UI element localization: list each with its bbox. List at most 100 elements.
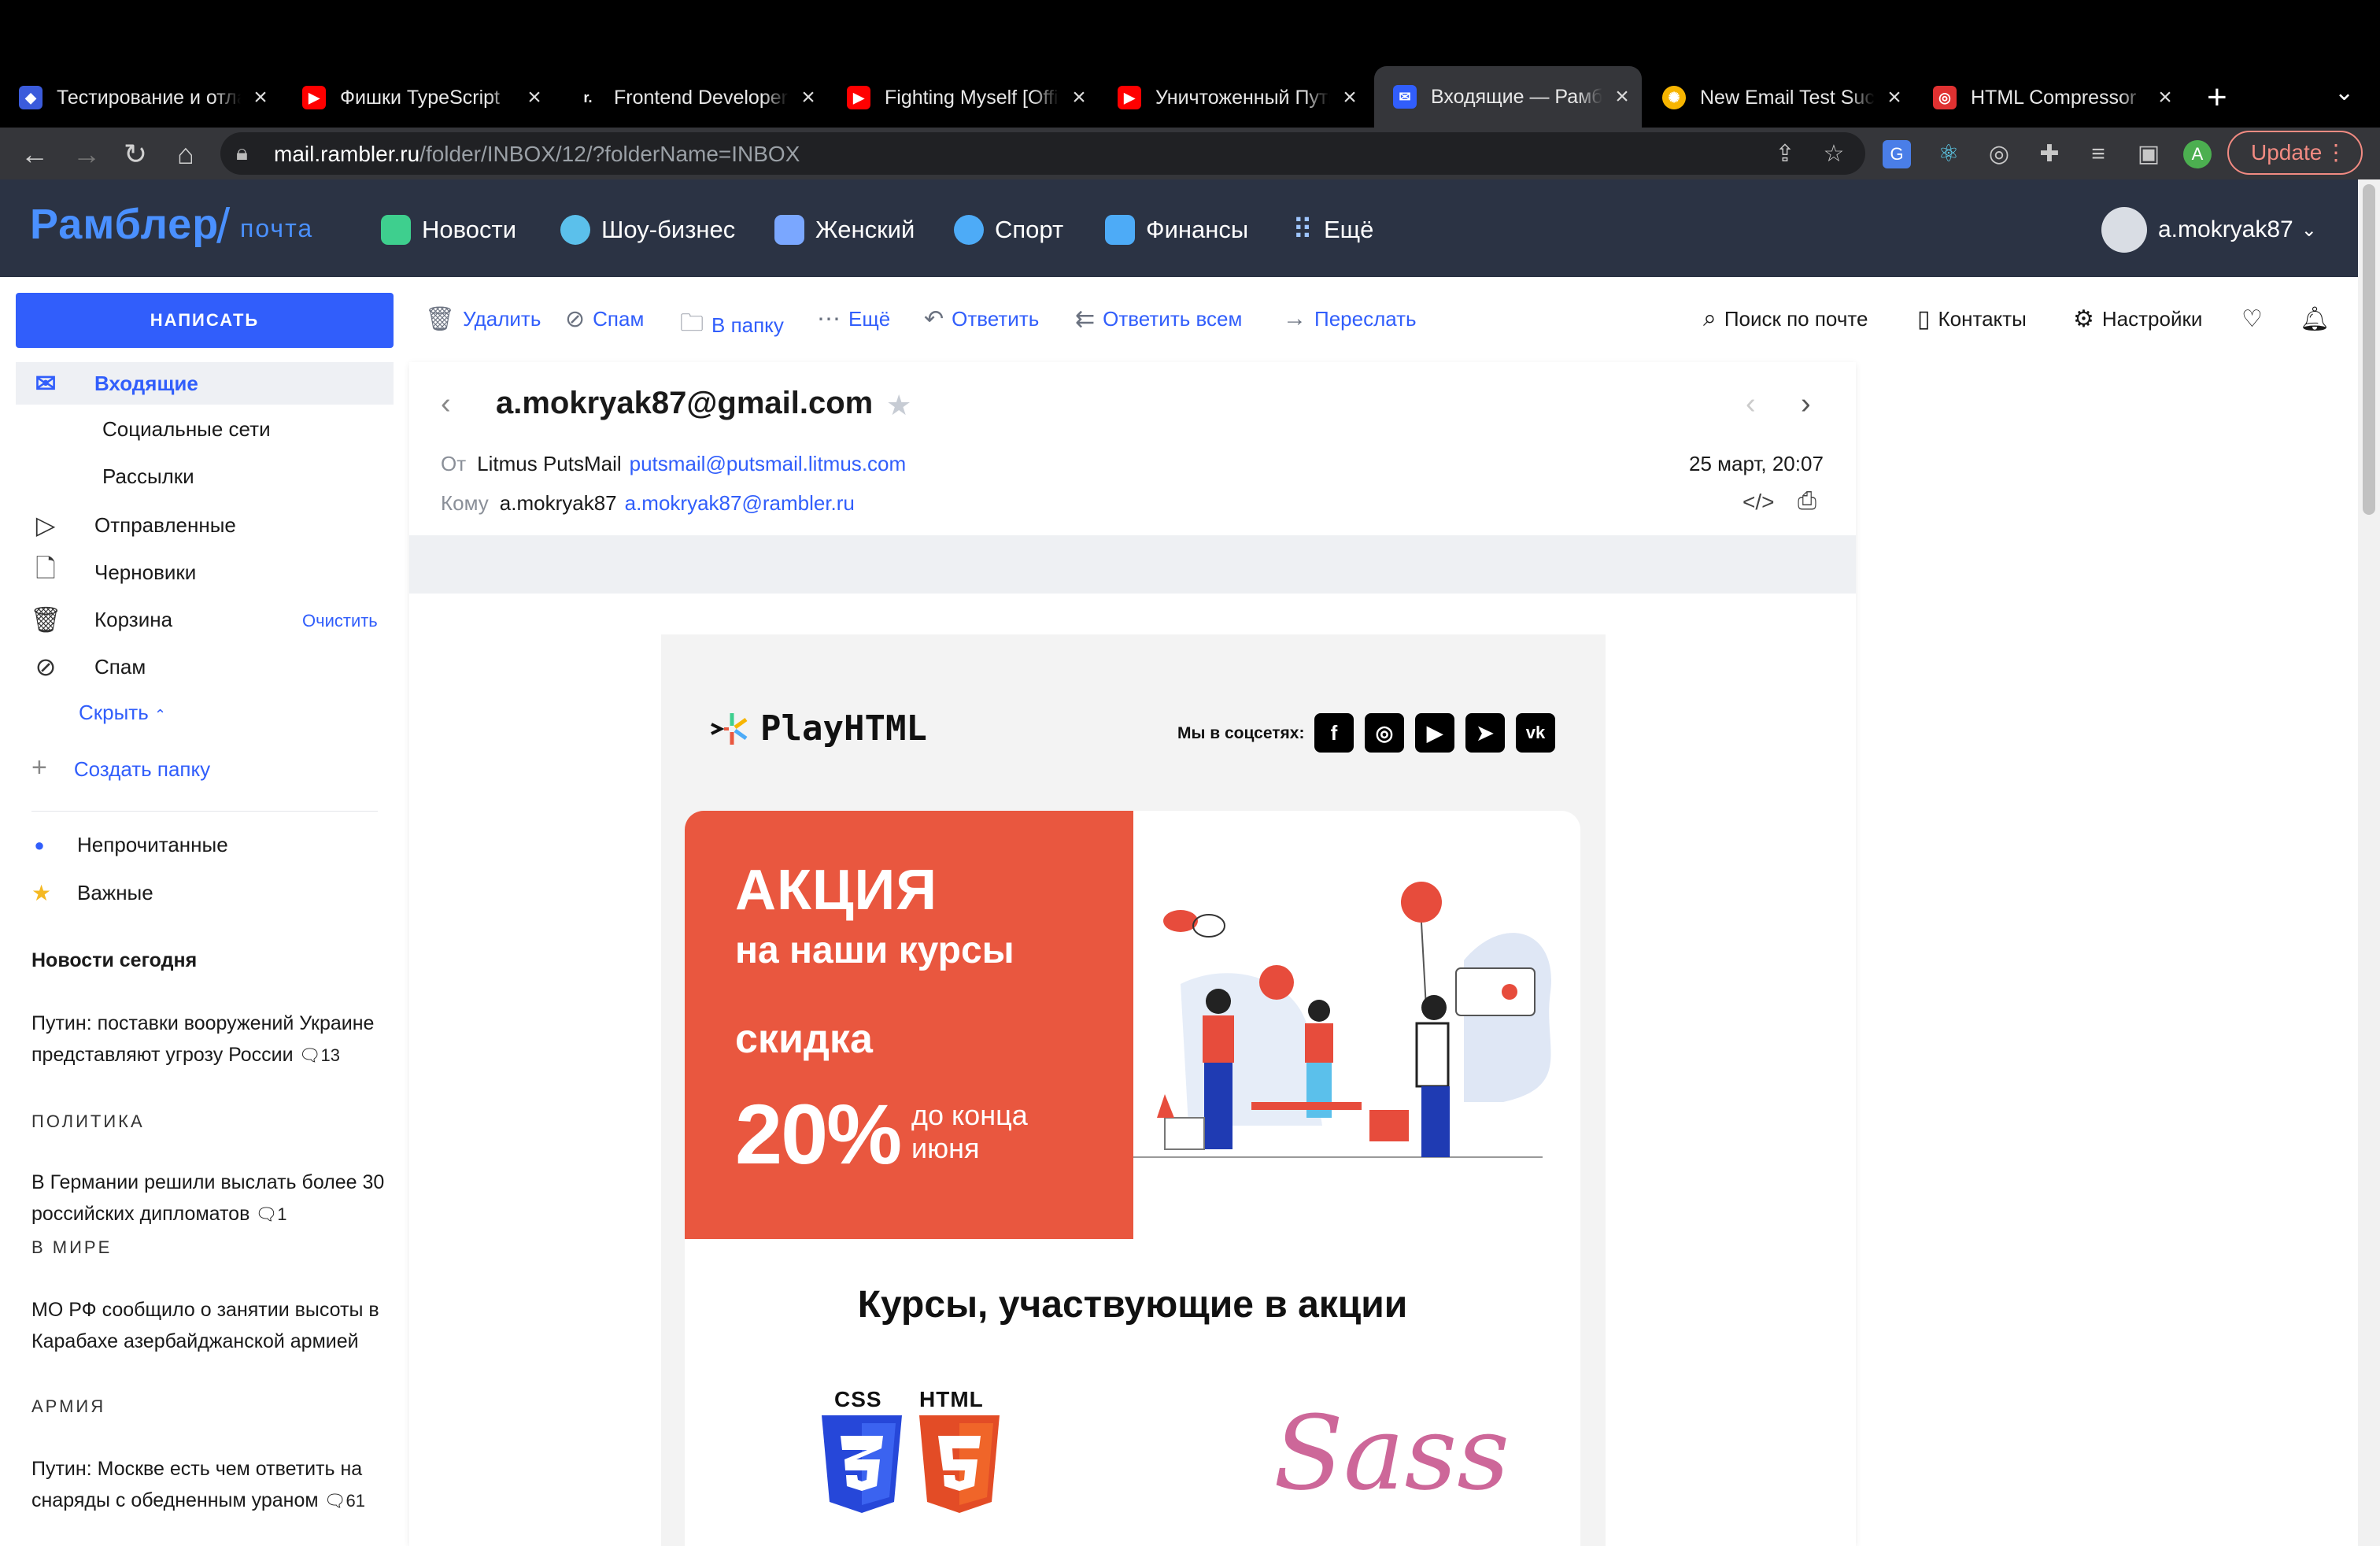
close-tab-icon[interactable]: × bbox=[249, 84, 272, 111]
news-item[interactable]: МО РФ сообщило о занятии высоты в Караба… bbox=[31, 1294, 386, 1357]
close-tab-icon[interactable]: × bbox=[796, 84, 820, 111]
rambler-logo[interactable]: Рамблер bbox=[30, 200, 219, 249]
close-tab-icon[interactable]: × bbox=[1610, 83, 1634, 110]
print-icon[interactable]: ⎙ bbox=[1798, 488, 1816, 515]
sidebar-item-inbox[interactable]: ✉ Входящие bbox=[16, 362, 394, 405]
instagram-icon[interactable]: ◎ bbox=[1365, 713, 1404, 753]
news-icon bbox=[381, 215, 411, 245]
media-control-icon[interactable]: ≡ bbox=[2084, 140, 2112, 168]
url-text[interactable]: mail.rambler.ru/folder/INBOX/12/?folderN… bbox=[274, 139, 800, 170]
telegram-icon[interactable]: ➤ bbox=[1465, 713, 1505, 753]
news-item[interactable]: Путин: Москве есть чем ответить на снаря… bbox=[31, 1453, 386, 1517]
news-item[interactable]: В Германии решили выслать более 30 росси… bbox=[31, 1167, 386, 1230]
message-date: 25 март, 20:07 bbox=[1689, 452, 1824, 475]
topnav-finance[interactable]: Финансы bbox=[1105, 213, 1248, 247]
update-button[interactable]: Update ⋮ bbox=[2227, 131, 2363, 175]
clear-trash-link[interactable]: Очистить bbox=[302, 611, 378, 631]
news-category[interactable]: ПОЛИТИКА bbox=[31, 1111, 145, 1132]
browser-tab[interactable]: ✺ New Email Test Success × bbox=[1662, 76, 1906, 120]
recipient-name[interactable]: a.mokryak87 bbox=[500, 491, 617, 515]
lock-icon[interactable]: 🔒︎ bbox=[236, 140, 248, 166]
new-tab-button[interactable]: + bbox=[2207, 76, 2227, 120]
promo-discount-label: скидка bbox=[735, 1016, 873, 1062]
facebook-icon[interactable]: f bbox=[1314, 713, 1354, 753]
css3-shield-icon[interactable] bbox=[819, 1415, 905, 1513]
target-extension-icon[interactable]: ◎ bbox=[1985, 140, 2013, 168]
react-devtools-icon[interactable]: ⚛ bbox=[1935, 140, 1963, 168]
from-label: От bbox=[441, 452, 467, 475]
home-icon[interactable]: ⌂ bbox=[170, 139, 201, 170]
notifications-button[interactable]: 🔔︎ bbox=[2300, 305, 2338, 333]
translate-icon[interactable]: G bbox=[1883, 140, 1911, 168]
browser-tab-active[interactable]: ✉ Входящие — Рамблер × bbox=[1374, 66, 1642, 128]
r-icon: r. bbox=[576, 86, 600, 109]
browser-tab[interactable]: ◆ Тестирование и отладка × bbox=[19, 76, 272, 120]
recipient-email[interactable]: a.mokryak87@rambler.ru bbox=[625, 491, 855, 515]
scrollbar-thumb[interactable] bbox=[2363, 184, 2375, 515]
trash-icon: 🗑︎ bbox=[30, 605, 62, 634]
side-panel-icon[interactable]: ▣ bbox=[2134, 140, 2163, 168]
share-icon[interactable]: ⇪ bbox=[1771, 140, 1799, 168]
delete-button[interactable]: 🗑︎ Удалить bbox=[425, 305, 541, 333]
spam-button[interactable]: ⊘ Спам bbox=[565, 305, 644, 333]
extensions-puzzle-icon[interactable]: ✚ bbox=[2035, 140, 2064, 168]
prev-message-icon[interactable]: ‹ bbox=[1746, 387, 1756, 421]
user-menu[interactable]: a.mokryak87 ⌄ bbox=[2101, 206, 2317, 253]
sender-name[interactable]: Litmus PutsMail bbox=[477, 452, 622, 475]
youtube-icon[interactable]: ▶ bbox=[1415, 713, 1454, 753]
sidebar-subitem-newsletters[interactable]: Рассылки bbox=[102, 464, 194, 489]
browser-tab[interactable]: ◎ HTML Compressor × bbox=[1933, 76, 2177, 120]
next-message-icon[interactable]: › bbox=[1801, 387, 1811, 421]
close-tab-icon[interactable]: × bbox=[1338, 84, 1362, 111]
sender-email[interactable]: putsmail@putsmail.litmus.com bbox=[630, 452, 906, 475]
mail-search-button[interactable]: ⌕ Поиск по почте bbox=[1703, 305, 1868, 332]
brand[interactable]: PlayHTML bbox=[708, 708, 927, 749]
topnav-more[interactable]: ⠿ Ещё bbox=[1288, 213, 1374, 247]
reply-button[interactable]: ↶ Ответить bbox=[924, 305, 1039, 333]
profile-avatar[interactable]: A bbox=[2183, 140, 2212, 168]
bookmark-star-icon[interactable]: ☆ bbox=[1820, 140, 1848, 168]
browser-tab[interactable]: ▶ Fighting Myself [Official] × bbox=[847, 76, 1091, 120]
contacts-button[interactable]: ▯ Контакты bbox=[1917, 305, 2027, 333]
close-tab-icon[interactable]: × bbox=[2153, 84, 2177, 111]
sass-logo[interactable]: Sass bbox=[1273, 1393, 1510, 1513]
close-tab-icon[interactable]: × bbox=[1067, 84, 1091, 111]
compose-button[interactable]: НАПИСАТЬ bbox=[16, 293, 394, 348]
code-icon[interactable]: </> bbox=[1743, 490, 1774, 515]
news-item[interactable]: Путин: поставки вооружений Украине предс… bbox=[31, 1008, 386, 1071]
hide-folders-link[interactable]: Скрыть ⌃ bbox=[79, 701, 166, 725]
sidebar-item-sent[interactable]: ▷ Отправленные bbox=[16, 504, 394, 546]
topnav-news[interactable]: Новости bbox=[381, 213, 516, 247]
forward-button[interactable]: → Переслать bbox=[1283, 305, 1417, 332]
topnav-showbiz[interactable]: Шоу-бизнес bbox=[560, 213, 735, 247]
more-button[interactable]: ⋯ Ещё bbox=[817, 305, 890, 333]
browser-tab[interactable]: ▶ Уничтоженный Путин × bbox=[1118, 76, 1362, 120]
chevron-down-icon: ⌄ bbox=[2301, 219, 2317, 241]
html5-shield-icon[interactable] bbox=[916, 1415, 1003, 1513]
close-tab-icon[interactable]: × bbox=[1883, 84, 1906, 111]
create-folder-link[interactable]: + Создать папку bbox=[31, 753, 210, 783]
back-icon[interactable]: ← bbox=[19, 139, 50, 170]
close-tab-icon[interactable]: × bbox=[523, 84, 546, 111]
tab-search-icon[interactable]: ⌄ bbox=[2334, 79, 2354, 106]
move-to-folder-button[interactable]: 🗀︎ В папку bbox=[680, 305, 784, 346]
news-category[interactable]: В МИРЕ bbox=[31, 1237, 112, 1258]
vk-icon[interactable]: vk bbox=[1516, 713, 1555, 753]
settings-button[interactable]: ⚙ Настройки bbox=[2073, 305, 2202, 333]
filter-unread[interactable]: ● Непрочитанные bbox=[31, 833, 227, 857]
sidebar-item-spam[interactable]: ⊘ Спам bbox=[16, 645, 394, 688]
browser-tab[interactable]: ▶ Фишки TypeScript × bbox=[302, 76, 546, 120]
reload-icon[interactable]: ↻ bbox=[120, 139, 151, 170]
tips-button[interactable]: ♡ bbox=[2241, 305, 2271, 333]
topnav-sport[interactable]: Спорт bbox=[954, 213, 1063, 247]
sidebar-item-drafts[interactable]: 🗋︎ Черновики bbox=[16, 551, 394, 594]
topnav-women[interactable]: Женский bbox=[774, 213, 915, 247]
reply-all-button[interactable]: ⇇ Ответить всем bbox=[1075, 305, 1242, 333]
sidebar-subitem-social[interactable]: Социальные сети bbox=[102, 417, 271, 442]
browser-tab[interactable]: r. Frontend Developer × bbox=[576, 76, 820, 120]
filter-important[interactable]: ★ Важные bbox=[31, 880, 153, 906]
star-icon[interactable]: ★ bbox=[886, 389, 911, 422]
news-category[interactable]: АРМИЯ bbox=[31, 1396, 105, 1417]
back-to-list-icon[interactable]: ‹ bbox=[441, 387, 451, 421]
forward-icon[interactable]: → bbox=[71, 139, 102, 170]
